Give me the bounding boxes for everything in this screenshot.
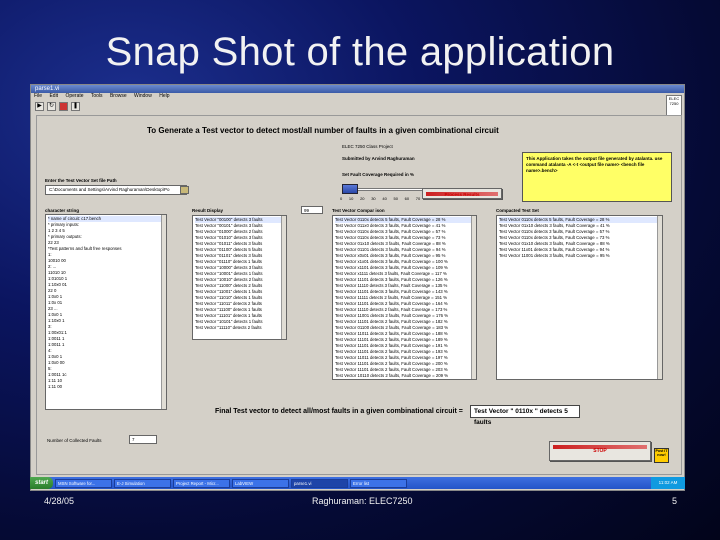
coverage-slider-thumb[interactable]: [342, 184, 358, 194]
stop-label: STOP: [593, 448, 607, 454]
collected-faults-label: Number of Collected Faults: [47, 438, 102, 443]
browse-folder-icon[interactable]: [180, 186, 189, 194]
taskbar-item[interactable]: parse1.vi: [291, 478, 349, 488]
coverage-value-field[interactable]: 99: [301, 206, 323, 214]
scale-tick: 10: [348, 196, 354, 201]
process-results-button[interactable]: Process Results: [422, 188, 502, 199]
post-it-note[interactable]: Post IT now!: [654, 448, 669, 463]
scale-tick: 0: [340, 196, 343, 201]
scale-tick: 70: [415, 196, 421, 201]
scrollbar[interactable]: [471, 216, 476, 379]
scale-tick: 50: [393, 196, 398, 201]
comparison-row[interactable]: Test Vector 10110 detects 2 faults, Faul…: [335, 373, 474, 379]
taskbar-item[interactable]: LabVIEW: [232, 478, 290, 488]
pause-icon[interactable]: ❚: [71, 101, 80, 111]
menu-browse[interactable]: Browse: [110, 93, 127, 99]
scrollbar[interactable]: [281, 216, 286, 339]
footer-date: 4/28/05: [44, 496, 75, 506]
final-vector-label: Final Test vector to detect all/most fau…: [215, 408, 463, 415]
toolbar: ▶ ↻ ❚: [31, 100, 684, 112]
taskbar-item[interactable]: Project Report - Micr...: [173, 478, 231, 488]
taskbar-item[interactable]: MSN Software for...: [55, 478, 113, 488]
start-button[interactable]: start: [30, 477, 54, 489]
menu-bar: File Edit Operate Tools Browse Window He…: [31, 93, 684, 100]
abort-icon[interactable]: [59, 101, 68, 111]
stop-button[interactable]: STOP: [549, 441, 651, 461]
compacted-label: Compacted Test Set: [496, 208, 539, 213]
vi-corner-badge: ELEC 7250: [666, 95, 682, 117]
scrollbar[interactable]: [657, 216, 662, 379]
window-titlebar[interactable]: parse1.vi: [31, 85, 684, 93]
run-arrow-icon[interactable]: ▶: [35, 101, 44, 111]
result-row[interactable]: Test Vector "11110" detects 2 faults: [195, 325, 284, 331]
scale-tick: 30: [371, 196, 376, 201]
slide-title: Snap Shot of the application: [105, 30, 615, 74]
taskbar-item[interactable]: E-J Simulation: [114, 478, 172, 488]
file-path-input[interactable]: C:\Documents and Settings\Arvind Raghura…: [45, 185, 187, 195]
front-panel: To Generate a Test vector to detect most…: [36, 115, 682, 475]
scale-tick: 40: [382, 196, 387, 201]
compacted-list[interactable]: Test Vector 0110x detects 5 faults, Faul…: [496, 215, 663, 380]
result-display-label: Result Display: [192, 208, 224, 213]
result-display-list[interactable]: Test Vector "00100" detects 3 faults Test…: [192, 215, 287, 340]
menu-edit[interactable]: Edit: [49, 93, 58, 99]
menu-tools[interactable]: Tools: [91, 93, 103, 99]
menu-file[interactable]: File: [34, 93, 42, 99]
collected-faults-value[interactable]: 7: [129, 435, 157, 444]
submitted-by: Submitted by Arvind Raghuraman: [342, 156, 415, 161]
footer-author: Raghuraman: ELEC7250: [312, 496, 413, 506]
menu-window[interactable]: Window: [134, 93, 152, 99]
menu-operate[interactable]: Operate: [65, 93, 83, 99]
menu-help[interactable]: Help: [159, 93, 169, 99]
scale-tick: 20: [360, 196, 365, 201]
scrollbar[interactable]: [161, 215, 166, 409]
usage-note: This Application takes the output file g…: [522, 152, 672, 202]
coverage-label: Set Fault Coverage Required in %: [342, 172, 415, 177]
panel-heading: To Generate a Test vector to detect most…: [147, 126, 499, 135]
path-label: Enter the Test Vector Set file Path: [45, 178, 117, 183]
comparison-label: Test Vector Compar ison: [332, 208, 385, 213]
char-string-box[interactable]: * name of circuit: c17.bench * primary in…: [45, 214, 167, 410]
char-string-label: character string: [45, 208, 80, 213]
system-tray-clock: 11:02 AM: [651, 477, 685, 489]
slide-number: 5: [672, 496, 678, 506]
project-label: ELEC 7250 Class Project: [342, 144, 393, 149]
char-string-line[interactable]: 1:11 00: [48, 384, 164, 390]
process-results-label: Process Results: [444, 192, 480, 197]
compacted-row[interactable]: Test Vector 11001 detects 3 faults, Faul…: [499, 253, 660, 259]
run-continuous-icon[interactable]: ↻: [47, 101, 56, 111]
application-window: parse1.vi File Edit Operate Tools Browse…: [30, 84, 685, 491]
scale-tick: 60: [404, 196, 410, 201]
taskbar-item[interactable]: Error list: [350, 478, 408, 488]
comparison-list[interactable]: Test Vector 0110x detects 5 faults, Faul…: [332, 215, 477, 380]
final-vector-value: Test Vector " 0110x " detects 5 faults: [470, 405, 580, 426]
taskbar: start MSN Software for... E-J Simulation…: [30, 477, 685, 489]
